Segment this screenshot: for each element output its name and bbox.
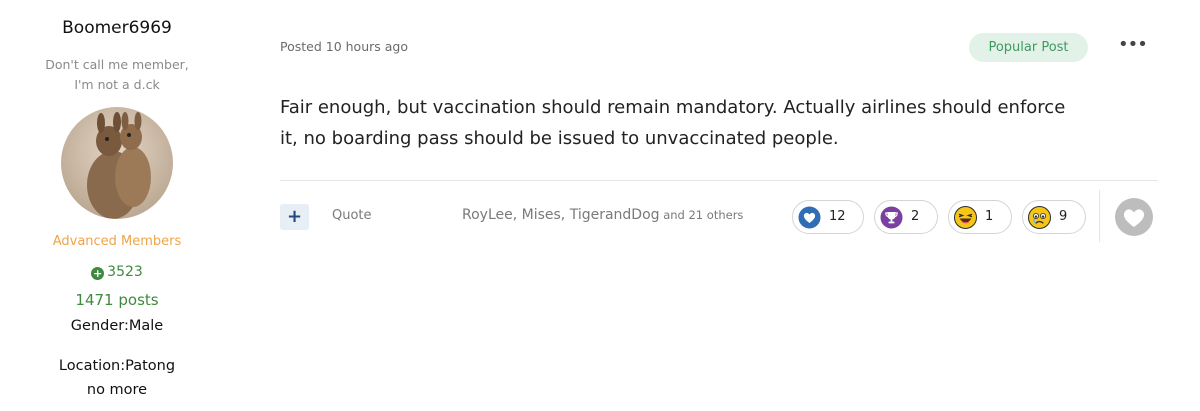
popular-post-badge: Popular Post [969, 33, 1088, 62]
trophy-icon [880, 206, 903, 229]
reaction-haha[interactable]: 1 [948, 200, 1012, 234]
reputation-badge: +3523 [0, 264, 234, 280]
reaction-user-names[interactable]: RoyLee, Mises, TigerandDog [462, 207, 660, 223]
reaction-sad[interactable]: 9 [1022, 200, 1086, 234]
heart-icon [1123, 209, 1145, 227]
author-username[interactable]: Boomer6969 [0, 18, 234, 38]
reaction-others[interactable]: and 21 others [660, 208, 743, 222]
reputation-count: 3523 [107, 264, 143, 280]
laughing-icon [954, 206, 977, 229]
reaction-like-count: 12 [829, 209, 846, 224]
reaction-separator [1099, 190, 1100, 242]
author-location-line2: no more [86, 382, 148, 398]
author-location-line1: Location:Patong [58, 358, 176, 374]
author-panel: Boomer6969 Don't call me member, I'm not… [0, 0, 234, 411]
reaction-sad-count: 9 [1059, 209, 1068, 224]
author-tagline-line1: Don't call me member, [45, 57, 189, 72]
author-gender: Gender:Male [70, 318, 164, 334]
reaction-thanks-count: 2 [911, 209, 920, 224]
post-content-line2: it, no boarding pass should be issued to… [280, 128, 839, 149]
like-icon [798, 206, 821, 229]
react-button[interactable] [1115, 198, 1153, 236]
reaction-like[interactable]: 12 [792, 200, 864, 234]
multiquote-button[interactable]: + [280, 204, 309, 230]
reaction-users[interactable]: RoyLee, Mises, TigerandDog and 21 others [462, 207, 743, 223]
author-group: Advanced Members [52, 234, 182, 249]
sad-icon [1028, 206, 1051, 229]
post-content: Fair enough, but vaccination should rema… [280, 92, 1160, 154]
more-options-icon[interactable]: ••• [1118, 35, 1148, 55]
author-tagline: Don't call me member, I'm not a d.ck [0, 55, 234, 95]
author-tagline-line2: I'm not a d.ck [74, 77, 160, 92]
quote-button[interactable]: Quote [332, 208, 372, 223]
post-content-line1: Fair enough, but vaccination should rema… [280, 97, 1066, 118]
author-post-count[interactable]: 1471 posts [0, 291, 234, 309]
post-timestamp[interactable]: Posted 10 hours ago [280, 39, 408, 54]
plus-circle-icon: + [91, 267, 105, 280]
author-location: Location:Patong no more [0, 354, 234, 402]
divider [280, 180, 1158, 181]
avatar[interactable] [61, 107, 173, 219]
reaction-thanks[interactable]: 2 [874, 200, 938, 234]
reaction-haha-count: 1 [985, 209, 994, 224]
